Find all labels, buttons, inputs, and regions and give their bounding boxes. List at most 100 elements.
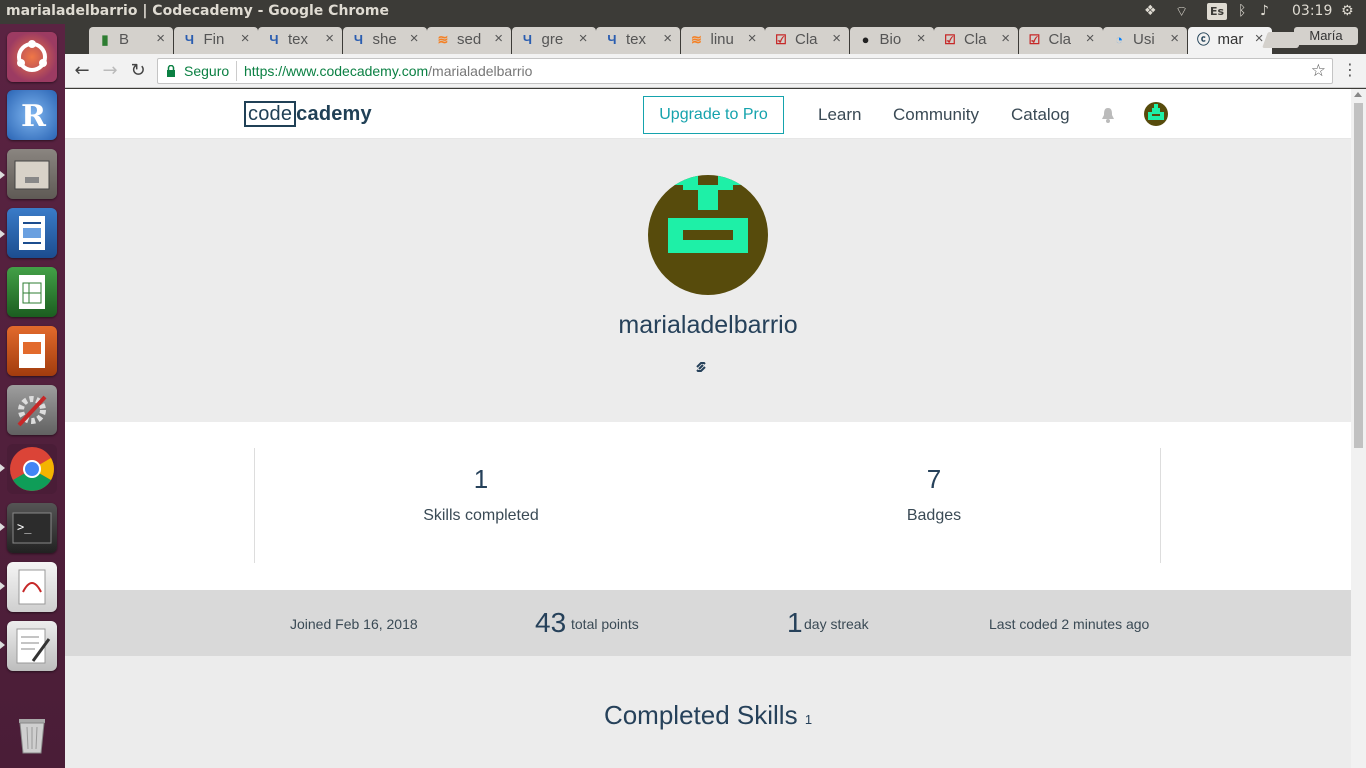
activity-summary-bar: Joined Feb 16, 2018 43 total points 1 da…: [65, 590, 1351, 656]
running-indicator-icon: [0, 582, 5, 590]
close-tab-icon[interactable]: ×: [832, 30, 841, 47]
codecademy-icon: ⓒ: [1196, 32, 1210, 47]
url-text[interactable]: https://www.codecademy.com/marialadelbar…: [244, 63, 532, 79]
close-tab-icon[interactable]: ×: [494, 30, 503, 47]
browser-tab[interactable]: ● Bio ×: [849, 27, 934, 54]
close-tab-icon[interactable]: ×: [325, 30, 334, 47]
calc-icon[interactable]: [7, 267, 57, 317]
skills-completed-count: 1: [473, 464, 489, 494]
chrome-icon[interactable]: [7, 444, 57, 494]
close-tab-icon[interactable]: ×: [156, 30, 165, 47]
unix-se-icon: Ч: [522, 32, 533, 47]
stats-box: 1 Skills completed 7 Badges: [254, 448, 1161, 563]
web-page: code cademy Upgrade to Pro Learn Communit…: [65, 89, 1351, 768]
browser-tab[interactable]: Ч Fin ×: [173, 27, 258, 54]
link-icon[interactable]: [692, 358, 710, 376]
unix-se-icon: Ч: [353, 32, 364, 47]
upgrade-to-pro-button[interactable]: Upgrade to Pro: [643, 96, 784, 134]
streak-label: day streak: [804, 616, 869, 632]
url-divider: [236, 61, 237, 81]
browser-tab[interactable]: Чtex ×: [258, 27, 342, 54]
document-viewer-icon[interactable]: [7, 562, 57, 612]
system-settings-icon[interactable]: [7, 385, 57, 435]
close-tab-icon[interactable]: ×: [579, 30, 588, 47]
terminal-icon[interactable]: >_: [7, 503, 57, 553]
scroll-up-arrow-icon[interactable]: [1354, 92, 1362, 97]
text-editor-icon[interactable]: [7, 621, 57, 671]
clock[interactable]: 03:19: [1292, 3, 1332, 19]
nav-learn[interactable]: Learn: [818, 105, 861, 125]
stats-section: 1 Skills completed 7 Badges: [65, 422, 1351, 590]
close-tab-icon[interactable]: ×: [663, 30, 672, 47]
back-arrow-icon[interactable]: ←: [71, 60, 93, 82]
close-tab-icon[interactable]: ×: [241, 30, 250, 47]
browser-tab[interactable]: ☑ Cla ×: [1018, 27, 1103, 54]
tab-title: Usi: [1133, 31, 1155, 48]
bookmark-star-icon[interactable]: ☆: [1311, 61, 1326, 81]
running-indicator-icon: [0, 171, 5, 179]
close-tab-icon[interactable]: ×: [1170, 30, 1179, 47]
codecademy-logo[interactable]: code cademy: [244, 101, 372, 127]
unix-se-icon: Ч: [607, 32, 617, 47]
browser-tab[interactable]: Чtex ×: [596, 27, 680, 54]
reload-icon[interactable]: ↻: [127, 60, 149, 82]
browser-toolbar: ← → ↻ Seguro https://www.codecademy.com/…: [65, 54, 1366, 88]
ubuntu-dash-icon[interactable]: [7, 32, 57, 82]
scrollbar-thumb[interactable]: [1354, 103, 1363, 448]
tab-title: B: [119, 31, 130, 48]
browser-tab[interactable]: Чshe ×: [342, 27, 427, 54]
joined-date: Joined Feb 16, 2018: [290, 616, 418, 632]
writer-icon[interactable]: [7, 208, 57, 258]
stackoverflow-icon: ≋: [437, 32, 449, 47]
notification-bell-icon[interactable]: [1101, 107, 1115, 123]
close-tab-icon[interactable]: ×: [1001, 30, 1010, 47]
github-icon: ●: [861, 32, 870, 47]
tab-title: tex: [288, 31, 309, 48]
running-indicator-icon: [0, 464, 5, 472]
impress-icon[interactable]: [7, 326, 57, 376]
close-tab-icon[interactable]: ×: [1086, 30, 1095, 47]
running-indicator-icon: [0, 523, 5, 531]
tab-title: sed: [457, 31, 482, 48]
file-manager-icon[interactable]: [7, 149, 57, 199]
total-points-value: 43: [535, 607, 567, 638]
tab-title: Cla: [964, 31, 987, 48]
trash-icon[interactable]: [7, 709, 57, 759]
settings-gear-icon[interactable]: ⚙: [1341, 3, 1354, 19]
badges-count: 7: [926, 464, 942, 494]
forward-arrow-icon[interactable]: →: [99, 60, 121, 82]
browser-tab[interactable]: ◔ Usi ×: [1103, 27, 1187, 54]
close-tab-icon[interactable]: ×: [410, 30, 419, 47]
keyboard-layout-indicator[interactable]: Es: [1207, 3, 1227, 20]
page-scrollbar[interactable]: [1351, 89, 1366, 768]
address-bar[interactable]: Seguro https://www.codecademy.com/marial…: [157, 58, 1333, 84]
total-points-label: total points: [571, 616, 639, 632]
browser-tab[interactable]: ▮ B ×: [89, 27, 173, 54]
wifi-icon[interactable]: ⌔: [1175, 3, 1188, 21]
nav-catalog[interactable]: Catalog: [1011, 105, 1070, 125]
profile-hero: marialadelbarrio: [65, 139, 1351, 422]
r-language-icon[interactable]: R: [7, 90, 57, 140]
browser-tab[interactable]: ☑ Cla ×: [765, 27, 849, 54]
close-tab-icon[interactable]: ×: [748, 30, 757, 47]
skills-completed-label: Skills completed: [423, 507, 539, 524]
chrome-menu-icon[interactable]: ⋮: [1342, 60, 1358, 79]
nav-community[interactable]: Community: [893, 105, 979, 125]
close-tab-icon[interactable]: ×: [917, 30, 926, 47]
browser-tab[interactable]: ☑ Cla ×: [934, 27, 1018, 54]
browser-tab[interactable]: ⓒ mar ×: [1187, 27, 1272, 54]
volume-icon[interactable]: ♪: [1260, 3, 1269, 19]
badges-stat[interactable]: 7 Badges: [784, 448, 1084, 525]
browser-tab[interactable]: Чgre ×: [511, 27, 596, 54]
logo-rest-text: cademy: [296, 103, 372, 125]
tab-strip: ▮ B × Ч Fin × Чtex × Чshe × ≋ sed × Чgre × Чtex × ≋ linu × ☑…: [65, 24, 1366, 54]
browser-tab[interactable]: ≋ linu ×: [680, 27, 765, 54]
completed-skills-title: Completed Skills 1: [65, 700, 1351, 731]
profile-button[interactable]: María: [1294, 27, 1358, 45]
stackoverflow-icon: ≋: [691, 32, 702, 47]
bluetooth-icon[interactable]: ᛒ: [1238, 3, 1246, 19]
browser-tab[interactable]: ≋ sed ×: [427, 27, 511, 54]
header-avatar[interactable]: [1144, 102, 1168, 126]
url-path: /marialadelbarrio: [428, 63, 533, 79]
dropbox-icon[interactable]: ❖: [1144, 3, 1157, 19]
